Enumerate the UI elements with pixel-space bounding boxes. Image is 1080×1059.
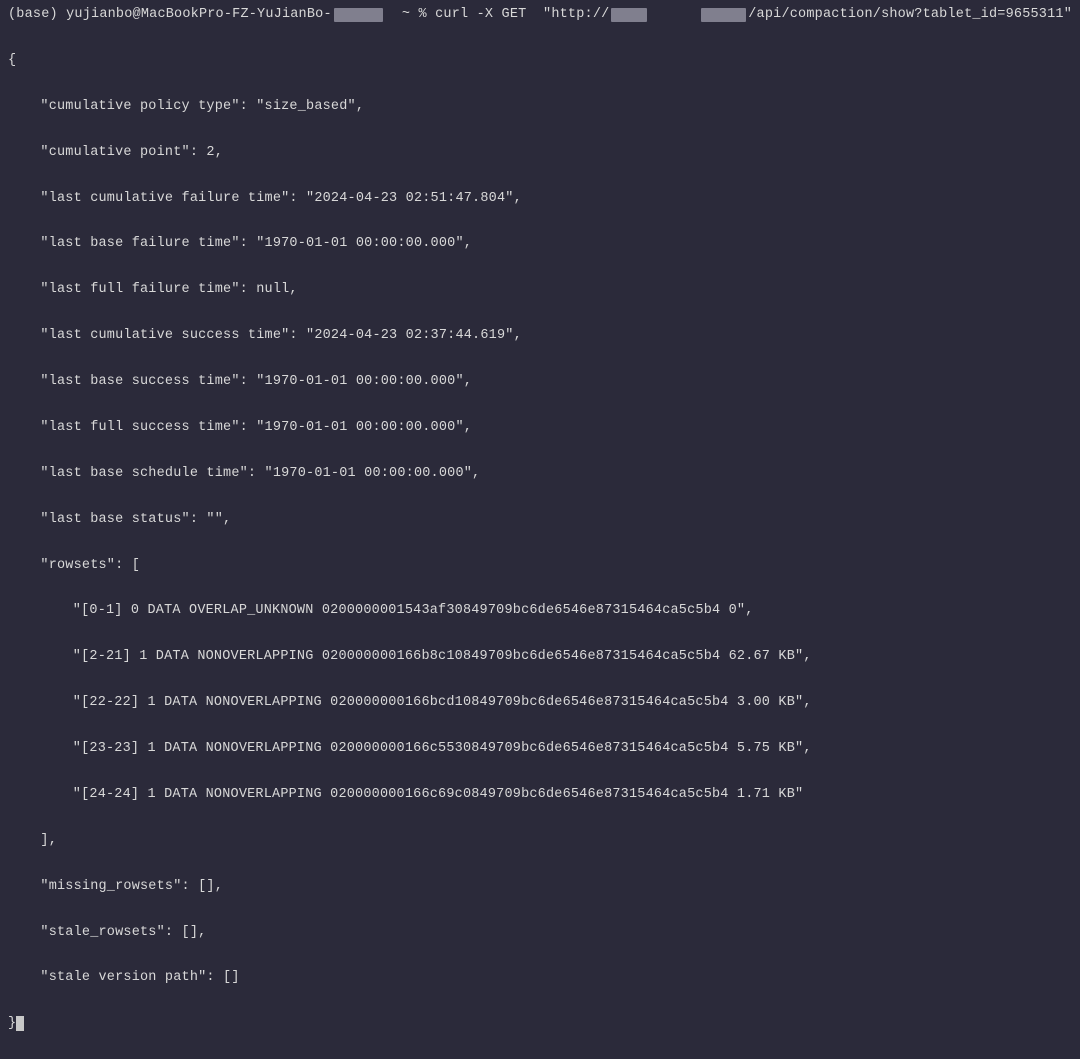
user-host: yujianbo@MacBookPro-FZ-YuJianBo-	[66, 4, 332, 27]
json-line: "last full failure time": null,	[8, 279, 1072, 302]
command-end: /api/compaction/show?tablet_id=9655311"	[748, 4, 1072, 27]
json-open-brace: {	[8, 50, 1072, 73]
json-close-brace: }	[8, 1013, 1072, 1036]
redacted-hostname-suffix	[334, 8, 384, 22]
json-line: "stale_rowsets": [],	[8, 922, 1072, 945]
redacted-host-2	[701, 8, 746, 22]
conda-env: (base)	[8, 4, 58, 27]
close-rowsets: ],	[8, 830, 1072, 853]
json-line: "last base failure time": "1970-01-01 00…	[8, 233, 1072, 256]
json-line: "last cumulative success time": "2024-04…	[8, 325, 1072, 348]
json-line: "last base status": "",	[8, 509, 1072, 532]
rowset-line: "[22-22] 1 DATA NONOVERLAPPING 020000000…	[8, 692, 1072, 715]
redacted-host-1	[611, 8, 647, 22]
command-start: curl -X GET "http://	[435, 4, 609, 27]
json-line: "last full success time": "1970-01-01 00…	[8, 417, 1072, 440]
terminal-cursor	[16, 1016, 24, 1031]
json-line: "last base success time": "1970-01-01 00…	[8, 371, 1072, 394]
path-separator: ~ %	[402, 4, 427, 27]
rowset-line: "[0-1] 0 DATA OVERLAP_UNKNOWN 0200000001…	[8, 600, 1072, 623]
json-line: "cumulative point": 2,	[8, 142, 1072, 165]
rowset-line: "[24-24] 1 DATA NONOVERLAPPING 020000000…	[8, 784, 1072, 807]
json-line: "last base schedule time": "1970-01-01 0…	[8, 463, 1072, 486]
json-line: "missing_rowsets": [],	[8, 876, 1072, 899]
json-line: "rowsets": [	[8, 555, 1072, 578]
rowset-line: "[23-23] 1 DATA NONOVERLAPPING 020000000…	[8, 738, 1072, 761]
json-line: "stale version path": []	[8, 967, 1072, 990]
json-line: "cumulative policy type": "size_based",	[8, 96, 1072, 119]
rowset-line: "[2-21] 1 DATA NONOVERLAPPING 0200000001…	[8, 646, 1072, 669]
command-prompt[interactable]: (base) yujianbo@MacBookPro-FZ-YuJianBo- …	[8, 4, 1072, 27]
terminal-output[interactable]: { "cumulative policy type": "size_based"…	[8, 27, 1072, 1059]
json-line: "last cumulative failure time": "2024-04…	[8, 188, 1072, 211]
